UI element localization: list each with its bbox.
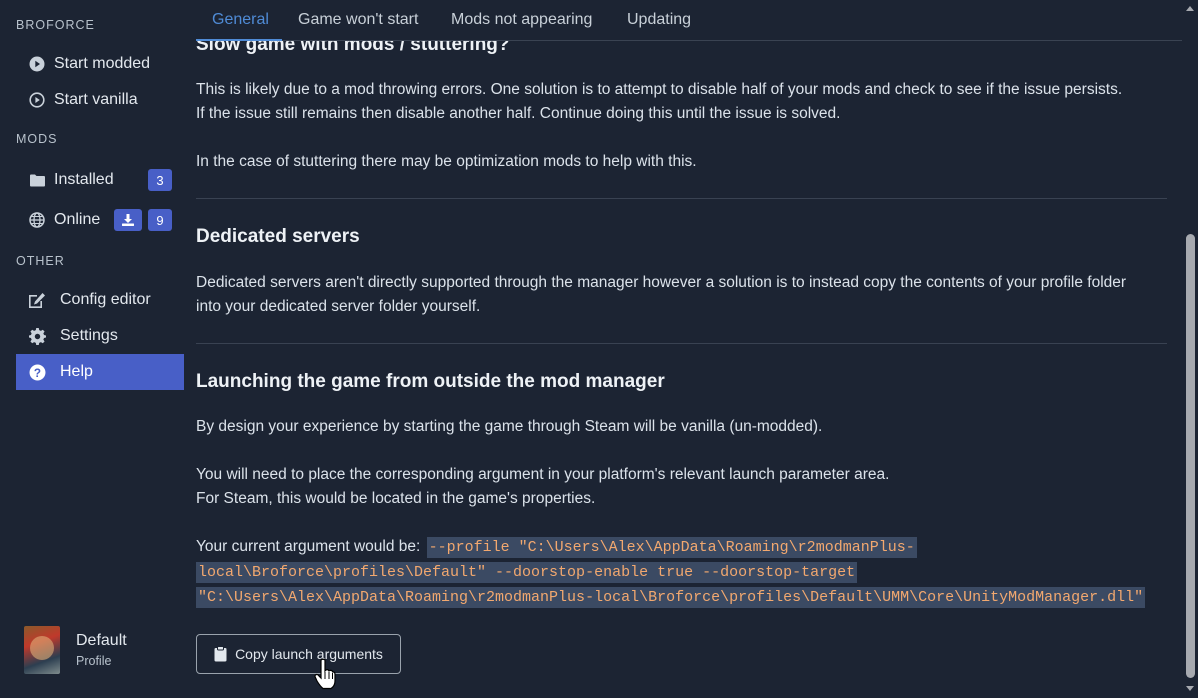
text-line: This is likely due to a mod throwing err…	[196, 81, 1123, 98]
sidebar: BROFORCE Start modded Start vanilla MODS…	[0, 0, 184, 698]
argument-line-1: Your current argument would be: --profil…	[196, 535, 917, 560]
tab-general[interactable]: General	[212, 11, 269, 29]
sidebar-item-settings[interactable]: Settings	[16, 318, 184, 354]
sidebar-item-label: Installed	[54, 171, 114, 188]
text-line: Dedicated servers aren't directly suppor…	[196, 274, 1127, 291]
active-tab-indicator	[196, 39, 282, 41]
sidebar-item-online[interactable]: Online 9	[16, 202, 184, 238]
tab-game-wont-start[interactable]: Game won't start	[298, 11, 418, 29]
sidebar-item-start-modded[interactable]: Start modded	[16, 46, 184, 82]
gear-icon	[28, 327, 46, 345]
scrollbar[interactable]	[1182, 0, 1198, 698]
sidebar-item-label: Online	[54, 211, 101, 228]
scroll-down-arrow-icon[interactable]	[1186, 686, 1194, 691]
text-line: You will need to place the corresponding…	[196, 466, 890, 483]
download-updates-button[interactable]	[114, 209, 142, 231]
edit-icon	[28, 291, 46, 309]
divider	[196, 198, 1167, 199]
profile-name: Default	[76, 632, 127, 649]
text-line: For Steam, this would be located in the …	[196, 490, 596, 507]
section-label-other: OTHER	[16, 254, 65, 268]
sidebar-item-label: Start modded	[54, 55, 151, 72]
play-circle-icon	[28, 55, 46, 73]
sidebar-item-label: Settings	[60, 327, 118, 344]
help-content: Slow game with mods / stuttering? This i…	[196, 0, 1168, 698]
argument-line-2: local\Broforce\profiles\Default" --doors…	[196, 560, 858, 585]
launching-paragraph-2: You will need to place the corresponding…	[196, 463, 1166, 511]
launching-paragraph-1: By design your experience by starting th…	[196, 418, 823, 435]
sidebar-item-installed[interactable]: Installed 3	[16, 162, 184, 198]
argument-label: Your current argument would be:	[196, 538, 421, 555]
play-circle-outline-icon	[28, 91, 46, 109]
hand-pointer-cursor-icon	[314, 658, 336, 695]
argument-line-3: "C:\Users\Alex\AppData\Roaming\r2modmanP…	[196, 585, 1146, 610]
sidebar-item-label: Config editor	[60, 291, 151, 308]
dedicated-servers-paragraph: Dedicated servers aren't directly suppor…	[196, 271, 1166, 319]
help-tabs: General Game won't start Mods not appear…	[196, 0, 1182, 41]
installed-count-badge: 3	[148, 169, 172, 191]
sidebar-item-start-vanilla[interactable]: Start vanilla	[16, 82, 184, 118]
section-label-broforce: BROFORCE	[16, 18, 95, 32]
scroll-up-arrow-icon[interactable]	[1186, 6, 1194, 11]
download-icon	[122, 214, 134, 226]
avatar	[24, 626, 60, 674]
tab-updating[interactable]: Updating	[627, 11, 691, 29]
sidebar-item-help[interactable]: ? Help	[16, 354, 184, 390]
heading-launching-game: Launching the game from outside the mod …	[196, 371, 665, 392]
launch-argument-code[interactable]: "C:\Users\Alex\AppData\Roaming\r2modmanP…	[196, 587, 1146, 608]
slow-game-paragraph-1: This is likely due to a mod throwing err…	[196, 78, 1166, 126]
online-count-badge: 9	[148, 209, 172, 231]
text-line: If the issue still remains then disable …	[196, 105, 841, 122]
globe-icon	[28, 211, 46, 229]
profile-subtitle: Profile	[76, 654, 112, 668]
question-circle-icon: ?	[28, 363, 46, 381]
svg-text:?: ?	[33, 366, 40, 379]
copy-launch-arguments-button[interactable]: Copy launch arguments	[196, 634, 401, 674]
heading-dedicated-servers: Dedicated servers	[196, 226, 360, 247]
slow-game-paragraph-2: In the case of stuttering there may be o…	[196, 153, 697, 170]
profile-selector[interactable]: Default Profile	[24, 626, 127, 674]
text-line: into your dedicated server folder yourse…	[196, 298, 481, 315]
divider	[196, 343, 1167, 344]
launch-argument-code[interactable]: --profile "C:\Users\Alex\AppData\Roaming…	[426, 537, 917, 558]
clipboard-icon	[214, 646, 227, 662]
sidebar-item-label: Help	[60, 363, 93, 380]
tab-mods-not-appearing[interactable]: Mods not appearing	[451, 11, 592, 29]
sidebar-item-config-editor[interactable]: Config editor	[16, 282, 184, 318]
sidebar-item-label: Start vanilla	[54, 91, 138, 108]
section-label-mods: MODS	[16, 132, 58, 146]
folder-icon	[28, 171, 46, 189]
launch-argument-code[interactable]: local\Broforce\profiles\Default" --doors…	[196, 562, 858, 583]
scrollbar-thumb[interactable]	[1186, 234, 1195, 678]
copy-button-label: Copy launch arguments	[235, 646, 383, 662]
